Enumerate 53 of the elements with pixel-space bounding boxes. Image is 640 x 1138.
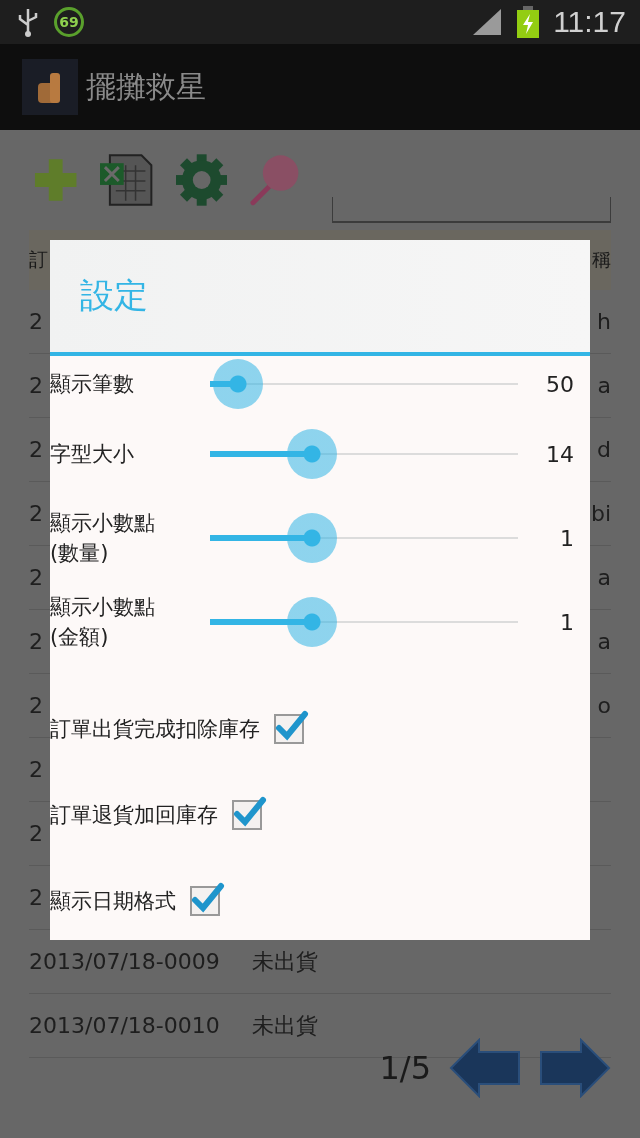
table-cell: 2013/07/18-0009 [29,949,220,974]
clock: 11:17 [553,5,626,39]
slider-value: 50 [545,371,575,397]
plus-icon[interactable] [33,157,79,203]
gear-icon[interactable] [175,154,228,206]
previous-arrow-icon[interactable] [449,1038,521,1098]
slider-thumb[interactable] [212,359,263,409]
app-icon [22,59,78,115]
page-indicator: 1/5 [379,1049,431,1087]
slider-thumb[interactable] [286,513,337,563]
table-cell-text: 未出貨 [251,1011,318,1040]
table-cell: a [597,373,611,398]
checkbox-label: 訂單退貨加回庫存 [50,802,218,829]
column-header: 稱 [592,247,611,272]
battery-icon [517,6,540,38]
table-cell: o [597,693,611,718]
table-cell: 2 [29,309,43,334]
table-cell: 2013/07/18-0010 [29,1013,220,1038]
next-arrow-icon[interactable] [539,1038,611,1098]
slider-label: 字型大小 [50,441,135,468]
slider-label: 顯示小數點 (金額) [50,594,156,651]
slider-value: 1 [559,609,575,635]
dialog-title: 設定 [80,274,148,317]
table-cell: 2 [29,437,43,462]
table-cell: 2 [29,757,43,782]
table-cell: bi [590,501,611,526]
usb-icon [16,7,40,37]
table-cell: d [597,437,611,462]
table-cell-text: 未出貨 [251,947,318,976]
slider-thumb[interactable] [286,429,337,479]
signal-icon [473,9,504,35]
spreadsheet-icon[interactable] [100,153,154,207]
table-cell: 2 [29,693,43,718]
search-field[interactable] [332,197,611,223]
table-cell: 2 [29,885,43,910]
checkbox-label: 顯示日期格式 [50,888,176,915]
slider-thumb[interactable] [286,597,337,647]
checkbox-label: 訂單出貨完成扣除庫存 [50,716,260,743]
slider-label: 顯示筆數 [50,371,135,398]
slider-value: 1 [559,525,575,551]
slider-value: 14 [545,441,575,467]
table-cell: a [597,565,611,590]
column-header: 訂 [29,247,48,272]
app-title: 擺攤救星 [86,67,206,106]
slider-label: 顯示小數點 (數量) [50,510,156,567]
notification-badge: 69 [54,7,84,37]
table-cell: 2 [29,373,43,398]
table-cell: a [597,629,611,654]
table-cell: 2 [29,565,43,590]
table-cell: 2 [29,629,43,654]
table-cell: 2 [29,821,43,846]
table-cell: h [597,309,611,334]
table-cell: 2 [29,501,43,526]
